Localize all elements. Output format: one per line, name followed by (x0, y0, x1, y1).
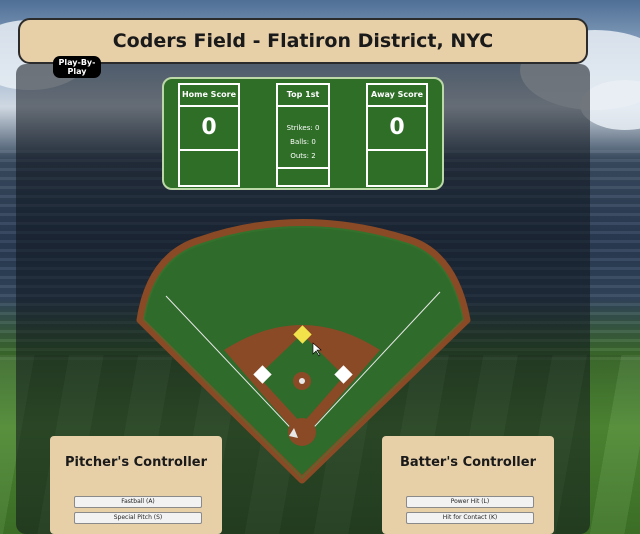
pitcher-figure (299, 378, 305, 384)
special-pitch-button[interactable]: Special Pitch (S) (74, 512, 202, 524)
pitcher-controller-title: Pitcher's Controller (64, 455, 208, 470)
fastball-button[interactable]: Fastball (A) (74, 496, 202, 508)
batter-controller: Batter's Controller Power Hit (L) Hit fo… (382, 436, 554, 534)
hit-for-contact-button[interactable]: Hit for Contact (K) (406, 512, 534, 524)
power-hit-button[interactable]: Power Hit (L) (406, 496, 534, 508)
pitcher-controller: Pitcher's Controller Fastball (A) Specia… (50, 436, 222, 534)
batter-controller-title: Batter's Controller (399, 455, 536, 470)
